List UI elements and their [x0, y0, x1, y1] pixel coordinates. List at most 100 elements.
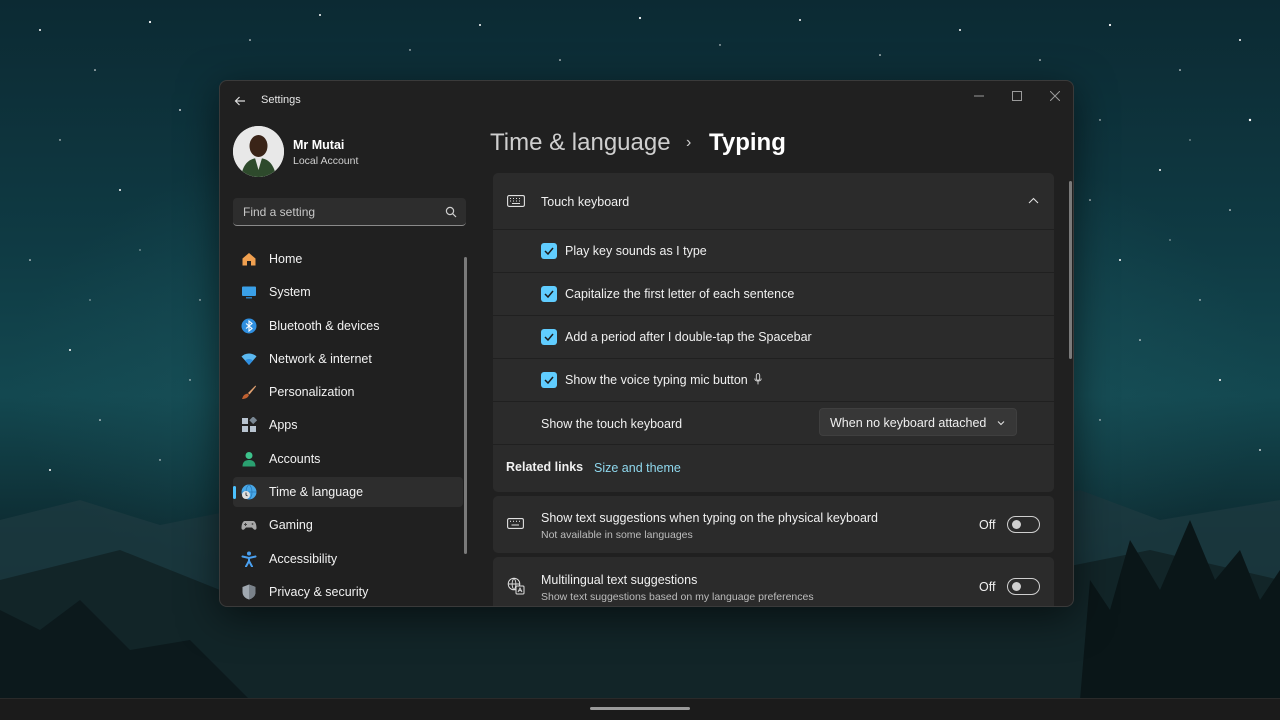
option-row: Capitalize the first letter of each sent… [493, 272, 1054, 314]
sidebar-item-time-language[interactable]: Time & language [233, 477, 463, 508]
sidebar-item-accounts[interactable]: Accounts [233, 444, 463, 474]
multilingual-subtitle: Show text suggestions based on my langua… [541, 591, 814, 603]
accessibility-icon [241, 551, 257, 567]
sidebar-item-label: Time & language [269, 485, 364, 500]
chevron-up-icon[interactable] [1028, 197, 1039, 204]
maximize-icon [1012, 91, 1022, 101]
sidebar-item-system[interactable]: System [233, 277, 463, 307]
sidebar-item-apps[interactable]: Apps [233, 410, 463, 440]
maximize-button[interactable] [998, 85, 1036, 107]
sidebar-item-label: System [269, 285, 311, 300]
text-suggestions-title: Show text suggestions when typing on the… [541, 511, 879, 525]
toggle-state-label: Off [979, 580, 996, 594]
multilingual-card: Multilingual text suggestions Show text … [493, 557, 1054, 606]
checkmark-icon [544, 290, 554, 298]
sidebar-item-label: Home [269, 252, 303, 266]
option-row: Show the voice typing mic button [493, 358, 1054, 400]
user-name: Mr Mutai [293, 138, 345, 152]
avatar[interactable] [233, 126, 284, 177]
back-button[interactable] [230, 91, 250, 111]
touch-keyboard-title: Touch keyboard [541, 195, 630, 209]
checkmark-icon [544, 247, 554, 255]
system-icon [242, 286, 256, 299]
breadcrumb-separator: › [686, 134, 692, 151]
sidebar-item-label: Privacy & security [269, 584, 369, 599]
keyboard-icon [507, 195, 525, 207]
size-and-theme-link[interactable]: Size and theme [594, 461, 681, 475]
sidebar-item-label: Apps [269, 418, 298, 433]
option-label: Play key sounds as I type [565, 244, 707, 258]
accounts-icon [242, 451, 256, 467]
sidebar-item-label: Gaming [269, 518, 313, 533]
sidebar-item-network[interactable]: Network & internet [233, 344, 463, 374]
checkbox[interactable] [541, 329, 557, 345]
show-touch-keyboard-row: Show the touch keyboard When no keyboard… [493, 401, 1054, 444]
text-suggestions-subtitle: Not available in some languages [541, 529, 693, 541]
sidebar-item-accessibility[interactable]: Accessibility [233, 544, 463, 574]
toggle-knob [1012, 582, 1021, 591]
option-row: Play key sounds as I type [493, 229, 1054, 271]
touch-keyboard-header[interactable]: Touch keyboard [493, 173, 1054, 229]
search-icon[interactable] [445, 206, 457, 218]
minimize-button[interactable] [960, 85, 998, 107]
touch-keyboard-card: Touch keyboard Play key sounds as I type… [493, 173, 1054, 492]
text-suggestions-toggle[interactable] [1007, 516, 1040, 533]
sidebar-item-home[interactable]: Home [233, 244, 463, 274]
sidebar-scrollbar[interactable] [464, 257, 467, 554]
title-bar: Settings [220, 81, 1073, 121]
taskbar-handle[interactable] [590, 707, 690, 710]
sidebar-item-label: Bluetooth & devices [269, 318, 380, 333]
option-label: Add a period after I double-tap the Spac… [565, 330, 812, 344]
brush-icon [242, 385, 256, 400]
globe-clock-icon [241, 484, 257, 500]
toggle-knob [1012, 520, 1021, 529]
shield-icon [242, 584, 256, 600]
sidebar-item-label: Accounts [269, 451, 321, 466]
show-touch-keyboard-dropdown[interactable]: When no keyboard attached [819, 408, 1017, 436]
search-input[interactable]: Find a setting [233, 198, 466, 226]
checkbox[interactable] [541, 243, 557, 259]
sidebar-nav: Home System Bluetooth & devices Network … [233, 244, 463, 606]
option-row: Add a period after I double-tap the Spac… [493, 315, 1054, 357]
checkbox[interactable] [541, 286, 557, 302]
language-icon [507, 577, 525, 595]
close-icon [1050, 91, 1060, 101]
option-label-text: Show the voice typing mic button [565, 373, 748, 387]
checkbox[interactable] [541, 372, 557, 388]
breadcrumb-parent[interactable]: Time & language [490, 129, 671, 157]
checkmark-icon [544, 376, 554, 384]
content-scrollbar[interactable] [1069, 181, 1072, 359]
page-title: Typing [709, 129, 786, 156]
search-placeholder: Find a setting [243, 205, 316, 219]
bluetooth-icon [241, 318, 257, 334]
related-links-row: Related links Size and theme [493, 444, 1054, 492]
show-touch-keyboard-label: Show the touch keyboard [541, 417, 683, 431]
sidebar-item-label: Accessibility [269, 551, 338, 566]
home-icon [242, 253, 256, 266]
keyboard-icon [507, 518, 524, 529]
sidebar-item-bluetooth[interactable]: Bluetooth & devices [233, 311, 463, 341]
related-links-label: Related links [506, 460, 584, 474]
app-title: Settings [261, 94, 301, 106]
sidebar-item-personalization[interactable]: Personalization [233, 377, 463, 407]
apps-icon [242, 417, 257, 433]
text-suggestions-card: Show text suggestions when typing on the… [493, 496, 1054, 553]
settings-window: Settings Mr Mutai Local Account Find a s… [219, 80, 1074, 607]
back-arrow-icon [234, 96, 245, 106]
sidebar-item-label: Personalization [269, 385, 355, 400]
gamepad-icon [241, 521, 257, 531]
option-label: Capitalize the first letter of each sent… [565, 287, 795, 301]
option-label: Show the voice typing mic button [565, 373, 762, 387]
checkmark-icon [544, 333, 554, 341]
multilingual-title: Multilingual text suggestions [541, 573, 698, 587]
sidebar-item-gaming[interactable]: Gaming [233, 510, 463, 540]
close-button[interactable] [1036, 85, 1073, 107]
sidebar-item-label: Network & internet [269, 351, 372, 366]
sidebar-item-privacy[interactable]: Privacy & security [233, 577, 463, 606]
multilingual-toggle[interactable] [1007, 578, 1040, 595]
account-type: Local Account [293, 155, 359, 167]
profile-photo [233, 126, 284, 177]
taskbar [0, 698, 1280, 720]
chevron-down-icon [997, 421, 1005, 426]
toggle-state-label: Off [979, 518, 996, 532]
